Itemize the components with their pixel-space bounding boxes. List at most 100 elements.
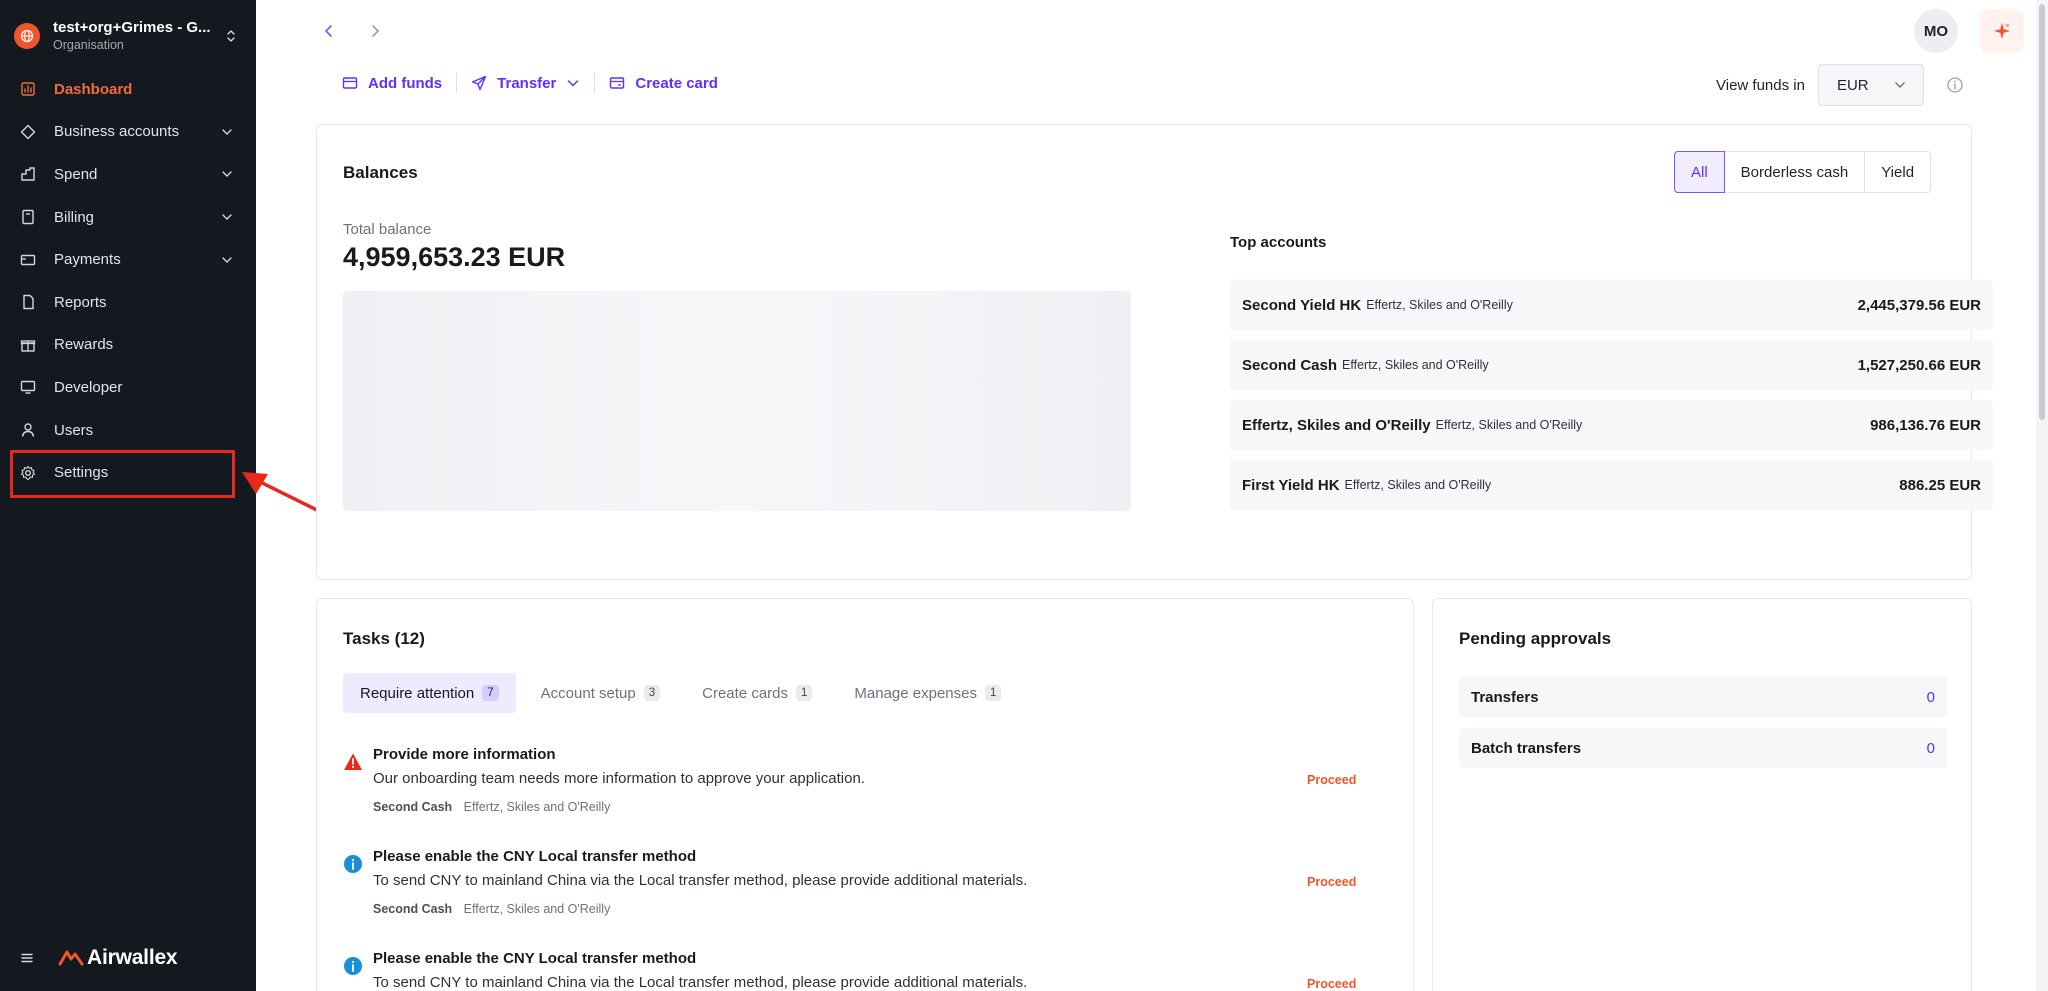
account-name: First Yield HK [1242, 476, 1340, 494]
filter-all[interactable]: All [1674, 151, 1725, 193]
account-row[interactable]: Second Cash Effertz, Skiles and O'Reilly… [1230, 340, 1993, 390]
tab-label: Require attention [360, 684, 475, 702]
transfer-button[interactable]: Transfer [471, 75, 580, 92]
account-name: Second Yield HK [1242, 296, 1362, 314]
wallet-icon [342, 75, 358, 91]
card-icon [609, 75, 625, 91]
sidebar-item-label: Dashboard [54, 80, 133, 98]
org-subtitle: Organisation [53, 38, 124, 52]
balance-chart-placeholder [343, 291, 1131, 511]
account-amount: 886.25 EUR [1899, 476, 1981, 494]
pending-count: 0 [1926, 739, 1935, 757]
main-content: MO Add funds Transfer Create card View f… [256, 0, 2036, 991]
create-card-button[interactable]: Create card [609, 75, 718, 92]
info-icon[interactable] [1946, 76, 1964, 94]
task-tabs: Require attention 7 Account setup 3 Crea… [343, 673, 1026, 713]
org-name: test+org+Grimes - G... [53, 19, 211, 36]
total-balance-value: 4,959,653.23 EUR [343, 242, 566, 272]
sidebar: test+org+Grimes - G... Organisation Dash… [0, 0, 256, 991]
sidebar-item-label: Billing [54, 208, 95, 226]
tab-account-setup[interactable]: Account setup 3 [524, 673, 677, 713]
scrollbar-thumb[interactable] [2039, 4, 2045, 420]
task-org: Effertz, Skiles and O'Reilly [463, 800, 611, 814]
forward-button[interactable] [362, 18, 388, 44]
tab-require-attention[interactable]: Require attention 7 [343, 673, 516, 713]
task-meta: Second Cash Effertz, Skiles and O'Reilly [373, 800, 610, 814]
account-amount: 2,445,379.56 EUR [1857, 296, 1981, 314]
settings-highlight-box [10, 450, 235, 498]
brand-name: Airwallex [87, 946, 178, 969]
tab-count: 3 [643, 685, 661, 701]
task-item: Provide more information Our onboarding … [343, 746, 1363, 814]
account-org: Effertz, Skiles and O'Reilly [1366, 298, 1513, 312]
billing-icon [20, 209, 36, 225]
account-row[interactable]: First Yield HK Effertz, Skiles and O'Rei… [1230, 460, 1993, 510]
divider [456, 73, 458, 93]
reports-icon [20, 294, 36, 310]
filter-yield[interactable]: Yield [1864, 151, 1932, 193]
user-avatar[interactable]: MO [1914, 9, 1958, 53]
task-item: Please enable the CNY Local transfer met… [343, 848, 1363, 916]
sidebar-item-label: Payments [54, 251, 121, 269]
pending-row-transfers[interactable]: Transfers 0 [1459, 677, 1947, 717]
account-name: Second Cash [1242, 356, 1338, 374]
pending-approvals-title: Pending approvals [1459, 629, 1612, 648]
tab-create-cards[interactable]: Create cards 1 [685, 673, 829, 713]
account-name: Effertz, Skiles and O'Reilly [1242, 416, 1431, 434]
page-scrollbar[interactable] [2036, 0, 2048, 991]
task-meta: Second Cash Effertz, Skiles and O'Reilly [373, 902, 610, 916]
chevron-down-icon [566, 76, 580, 90]
task-title: Provide more information [373, 746, 556, 763]
currency-select[interactable]: EUR [1817, 64, 1924, 106]
payments-icon [20, 252, 36, 268]
account-amount: 986,136.76 EUR [1870, 416, 1981, 434]
total-balance-label: Total balance [343, 221, 432, 238]
tab-label: Manage expenses [854, 684, 977, 702]
info-icon [344, 957, 362, 975]
org-switcher[interactable]: test+org+Grimes - G... Organisation [14, 16, 242, 56]
chevron-down-icon [220, 125, 234, 139]
currency-value: EUR [1836, 76, 1869, 94]
account-row[interactable]: Second Yield HK Effertz, Skiles and O'Re… [1230, 280, 1993, 330]
hamburger-menu-icon[interactable] [20, 951, 34, 965]
pending-count: 0 [1926, 688, 1935, 706]
quick-actions: Add funds Transfer Create card [342, 72, 718, 94]
balances-title: Balances [343, 163, 418, 182]
warning-icon [344, 753, 362, 770]
task-org: Effertz, Skiles and O'Reilly [463, 902, 611, 916]
gift-icon [20, 337, 36, 353]
top-accounts-list: Second Yield HK Effertz, Skiles and O'Re… [1230, 280, 1993, 520]
pending-row-batch-transfers[interactable]: Batch transfers 0 [1459, 728, 1947, 768]
back-button[interactable] [316, 18, 342, 44]
proceed-link[interactable]: Proceed [1307, 977, 1356, 991]
add-funds-button[interactable]: Add funds [342, 75, 442, 92]
sparkle-icon [1994, 23, 2010, 39]
sidebar-item-users[interactable]: Users [0, 409, 256, 452]
task-title: Please enable the CNY Local transfer met… [373, 848, 697, 865]
dashboard-icon [20, 81, 36, 97]
account-row[interactable]: Effertz, Skiles and O'Reilly Effertz, Sk… [1230, 400, 1993, 450]
sidebar-item-label: Users [54, 421, 94, 439]
sidebar-item-payments[interactable]: Payments [0, 238, 256, 281]
sidebar-item-reports[interactable]: Reports [0, 281, 256, 324]
filter-borderless-cash[interactable]: Borderless cash [1723, 151, 1866, 193]
chevron-down-icon [1895, 82, 1905, 88]
divider [594, 73, 596, 93]
tab-count: 7 [482, 685, 499, 701]
sidebar-item-billing[interactable]: Billing [0, 196, 256, 239]
ai-assistant-button[interactable] [1980, 9, 2024, 53]
sidebar-item-developer[interactable]: Developer [0, 366, 256, 409]
chevron-left-icon [325, 25, 332, 37]
sidebar-item-spend[interactable]: Spend [0, 153, 256, 196]
sidebar-item-rewards[interactable]: Rewards [0, 324, 256, 367]
chevron-down-icon [220, 167, 234, 181]
proceed-link[interactable]: Proceed [1307, 875, 1356, 889]
proceed-link[interactable]: Proceed [1307, 773, 1356, 787]
account-org: Effertz, Skiles and O'Reilly [1342, 358, 1489, 372]
sidebar-item-dashboard[interactable]: Dashboard [0, 68, 256, 111]
chevron-up-down-icon[interactable] [220, 25, 242, 47]
sidebar-item-business-accounts[interactable]: Business accounts [0, 111, 256, 154]
account-org: Effertz, Skiles and O'Reilly [1344, 478, 1492, 492]
tab-manage-expenses[interactable]: Manage expenses 1 [837, 673, 1018, 713]
chevron-right-icon [372, 25, 379, 37]
